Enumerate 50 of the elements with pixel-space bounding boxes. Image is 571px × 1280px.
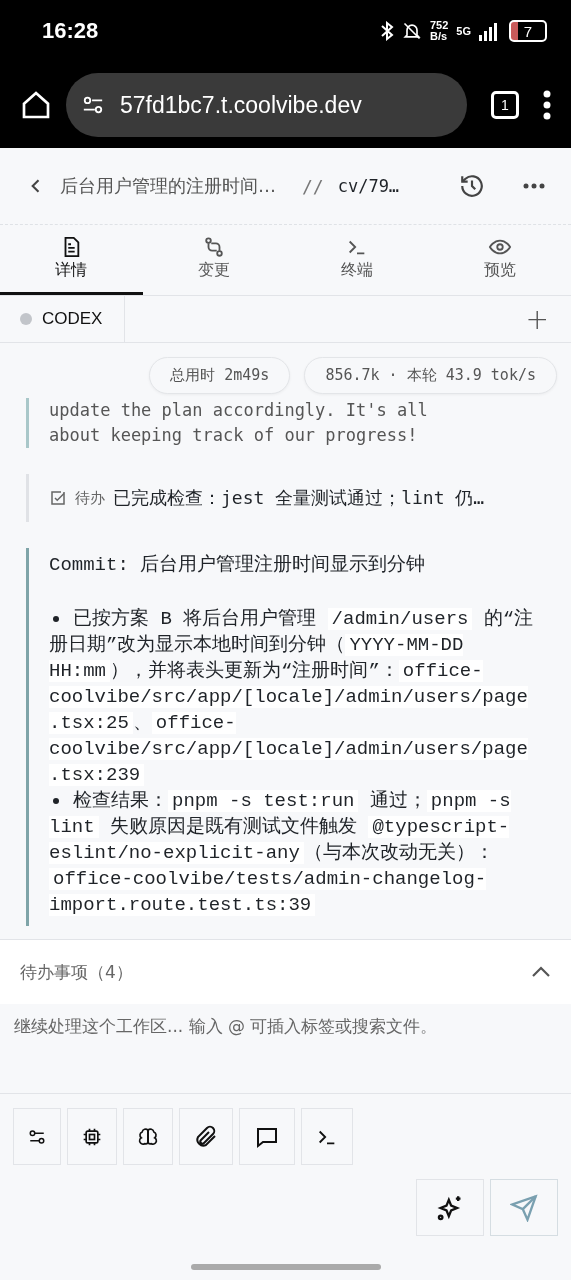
add-button[interactable]: + [503,296,571,342]
brain-icon [138,1126,158,1147]
chevron-icon[interactable] [531,966,551,978]
tab[interactable]: 终端 [285,225,429,295]
send-button[interactable] [490,1179,558,1236]
ai-button[interactable] [416,1179,484,1236]
network-speed: 752 [429,20,449,31]
address-bar[interactable]: 57fd1bc7.t.coolvibe.dev [66,73,467,137]
home-icon[interactable] [20,89,52,121]
commit-title: Commit: 后台用户管理注册时间显示到分钟 [49,553,427,578]
bullet-icon [53,616,59,622]
sliders-icon [28,1127,46,1146]
todo-tag: 待办 [75,488,105,508]
bullet-icon [53,798,59,804]
history-icon [459,173,485,199]
more-icon [523,183,545,189]
url-text: 57fd1bc7.t.coolvibe.dev [120,91,362,119]
stat-pill: 总用时 2m49s [149,357,291,394]
menu-icon[interactable] [543,90,551,120]
thought-text: update the plan accordingly. It's all about keeping track of our progress! [26,398,534,448]
toolbar-button[interactable] [67,1108,117,1165]
bullet-text: 检查结果： pnpm -s test:run 通过； pnpm -s lint 失败原因是既有测试文件触发 @typescript-eslint/no-explicit-any （与本次改动无关）： office-coolvibe/tests/admin-changelog-import.route.test.ts:39 [49,789,512,918]
tab-count-button[interactable]: 1 [491,91,519,119]
stat-pill: 856.7k · 本轮 43.9 tok/s [304,357,557,394]
message-input[interactable]: 继续处理这个工作区... 输入 @ 可插入标签或搜索文件。 [14,1016,557,1036]
toolbar-button[interactable] [123,1108,173,1165]
clock: 16:28 [42,18,99,44]
todo-count: 待办事项（4） [20,960,133,984]
more-button[interactable] [523,183,545,189]
todo-bar[interactable]: 待办事项（4） [0,939,571,1004]
send-icon [510,1193,538,1222]
history-button[interactable] [459,173,485,199]
bluetooth-icon [379,21,394,41]
battery-level: 7 [509,20,547,42]
task-title: 后台用户管理的注册时间… [60,174,276,198]
toolbar-button[interactable] [179,1108,233,1165]
separator: // [302,175,324,197]
muted-bell-icon [401,21,422,41]
sparkle-icon [436,1193,464,1222]
tab[interactable]: 预览 [428,225,571,295]
speed-unit: B/s [429,31,449,42]
network-type: 5G [456,25,471,37]
todo-text: 已完成检查：jest 全量测试通过；lint 仍… [113,486,485,510]
branch-icon [203,236,226,258]
toolbar-button[interactable] [239,1108,295,1165]
paperclip-icon [194,1124,218,1149]
chip-icon [82,1126,102,1147]
branch-name: cv/79… [337,176,401,196]
checkbox-icon [49,489,67,507]
tab[interactable]: 变更 [142,225,286,295]
